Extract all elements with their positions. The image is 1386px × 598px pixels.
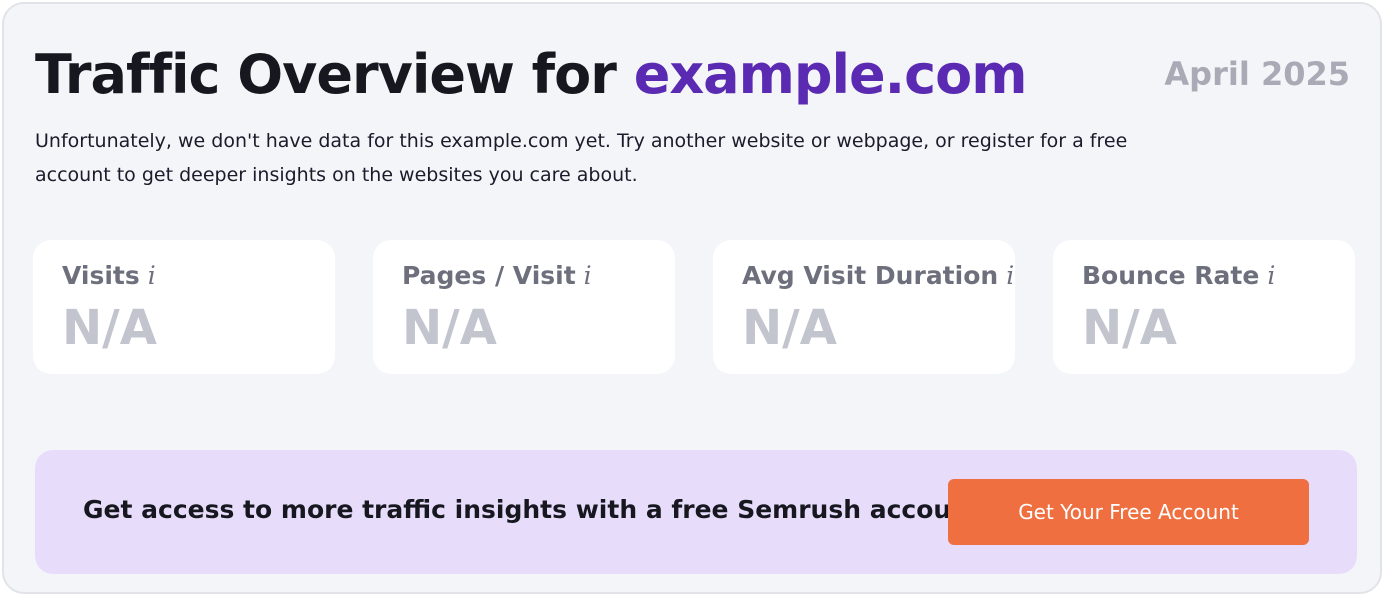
traffic-overview-card: Traffic Overview for example.com April 2…: [2, 2, 1382, 594]
metric-label-row: Bounce Rate i: [1082, 258, 1275, 294]
metric-label: Bounce Rate: [1082, 261, 1260, 290]
metric-avg-visit-duration: Avg Visit Duration i N/A: [713, 240, 1015, 374]
metric-value: N/A: [742, 300, 837, 356]
metric-label-row: Visits i: [62, 258, 156, 294]
title-domain: example.com: [633, 43, 1028, 106]
metric-visits: Visits i N/A: [33, 240, 335, 374]
banner-text: Get access to more traffic insights with…: [83, 495, 981, 524]
report-date: April 2025: [1164, 55, 1350, 93]
info-icon[interactable]: i: [1006, 261, 1014, 290]
metric-value: N/A: [402, 300, 497, 356]
metric-label-row: Avg Visit Duration i: [742, 258, 1014, 294]
metric-value: N/A: [1082, 300, 1177, 356]
metric-label: Visits: [62, 261, 140, 290]
info-icon[interactable]: i: [148, 261, 156, 290]
title-prefix: Traffic Overview for: [35, 43, 617, 106]
metric-pages-per-visit: Pages / Visit i N/A: [373, 240, 675, 374]
info-icon[interactable]: i: [584, 261, 592, 290]
signup-banner: Get access to more traffic insights with…: [35, 450, 1357, 574]
page-title: Traffic Overview for example.com: [35, 40, 1028, 110]
metric-label: Pages / Visit: [402, 261, 576, 290]
info-icon[interactable]: i: [1267, 261, 1275, 290]
metric-bounce-rate: Bounce Rate i N/A: [1053, 240, 1355, 374]
no-data-description: Unfortunately, we don't have data for th…: [35, 130, 1128, 186]
metric-value: N/A: [62, 300, 157, 356]
metric-label-row: Pages / Visit i: [402, 258, 592, 294]
metric-label: Avg Visit Duration: [742, 261, 999, 290]
get-free-account-button[interactable]: Get Your Free Account: [948, 479, 1309, 545]
